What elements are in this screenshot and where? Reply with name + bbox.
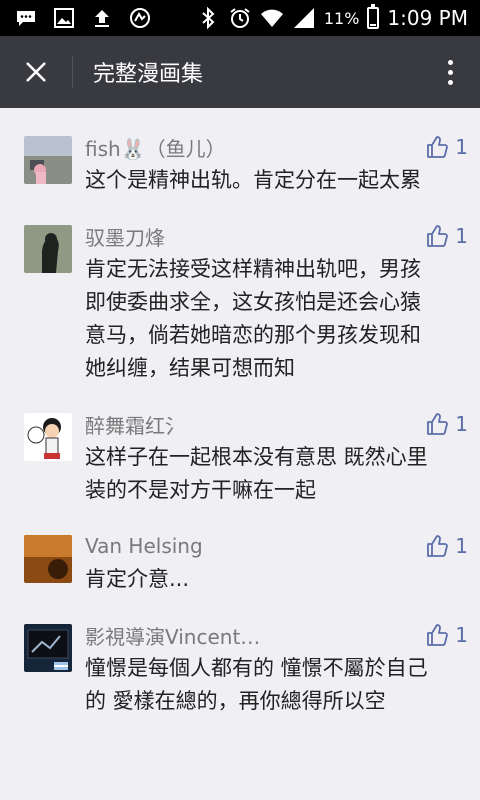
comment-list[interactable]: fish🐰（鱼儿） 1 这个是精神出轨。肯定分在一起太累 驭墨刀烽 1 肯定无法… [0,108,480,800]
thumbs-up-icon [427,225,449,247]
comment-text: 憧憬是每個人都有的 憧憬不屬於自己的 愛樣在總的，再你總得所以空 [85,656,428,713]
more-button[interactable] [420,36,480,108]
avatar[interactable] [24,535,72,583]
thumbs-up-icon [427,535,449,557]
image-icon [52,6,76,30]
comment-item: 驭墨刀烽 1 肯定无法接受这样精神出轨吧，男孩即使委曲求全，这女孩怕是还会心猿意… [0,197,480,385]
avatar[interactable] [24,413,72,461]
avatar[interactable] [24,225,72,273]
comment-text: 肯定介意... [85,567,190,591]
message-icon [14,6,38,30]
comment-text: 这个是精神出轨。肯定分在一起太累 [85,168,421,192]
thumbs-up-icon [427,136,449,158]
battery-percent: 11% [323,8,360,28]
comment-text: 这样子在一起根本没有意思 既然心里装的不是对方干嘛在一起 [85,445,428,502]
comment-item: fish🐰（鱼儿） 1 这个是精神出轨。肯定分在一起太累 [0,108,480,197]
like-button[interactable]: 1 [425,224,468,248]
gesture-icon [128,6,152,30]
like-button[interactable]: 1 [425,623,468,647]
commenter-name[interactable]: 醉舞霜红氵 [85,410,185,439]
status-bar: 11% 1:09 PM [0,0,480,36]
more-vertical-icon [447,59,453,85]
comment-text: 肯定无法接受这样精神出轨吧，男孩即使委曲求全，这女孩怕是还会心猿意马，倘若她暗恋… [85,257,421,380]
wifi-icon [260,6,284,30]
close-icon [26,62,46,82]
battery-icon [367,4,380,29]
avatar[interactable] [24,624,72,672]
comment-item: 醉舞霜红氵 1 这样子在一起根本没有意思 既然心里装的不是对方干嘛在一起 [0,385,480,507]
comment-item: 影視導演Vincent… 1 憧憬是每個人都有的 憧憬不屬於自己的 愛樣在總的，… [0,596,480,718]
thumbs-up-icon [427,413,449,435]
avatar[interactable] [24,136,72,184]
like-button[interactable]: 1 [425,534,468,558]
like-count: 1 [455,623,468,647]
commenter-name[interactable]: 影視導演Vincent… [85,621,260,650]
close-button[interactable] [0,36,72,108]
page-title: 完整漫画集 [93,62,204,87]
title-divider [72,56,73,88]
like-count: 1 [455,412,468,436]
thumbs-up-icon [427,624,449,646]
upload-icon [90,6,114,30]
like-count: 1 [455,224,468,248]
commenter-name[interactable]: Van Helsing [85,534,203,558]
bluetooth-icon [196,6,220,30]
like-button[interactable]: 1 [425,135,468,159]
like-count: 1 [455,135,468,159]
like-count: 1 [455,534,468,558]
title-bar: 完整漫画集 [0,36,480,108]
commenter-name[interactable]: 驭墨刀烽 [85,222,165,251]
alarm-icon [228,6,252,30]
like-button[interactable]: 1 [425,412,468,436]
clock: 1:09 PM [387,6,468,30]
signal-icon [292,6,316,30]
commenter-name[interactable]: fish🐰（鱼儿） [85,133,226,162]
comment-item: Van Helsing 1 肯定介意... [0,507,480,596]
